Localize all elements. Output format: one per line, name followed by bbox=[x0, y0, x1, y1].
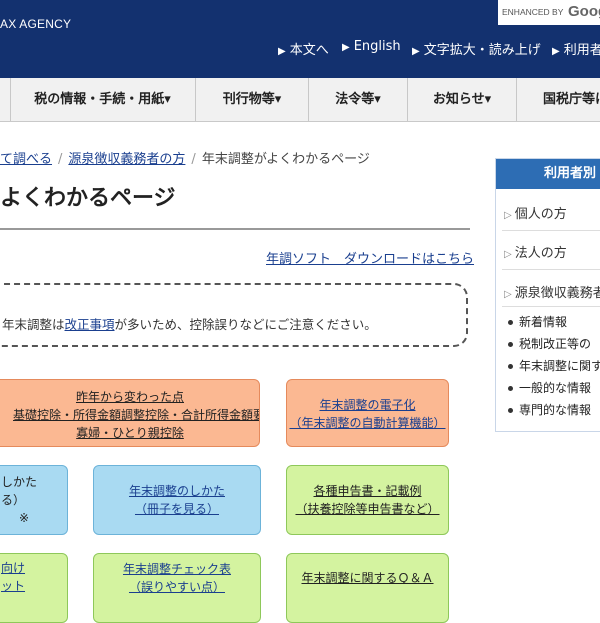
sidebar-heading: 利用者別 bbox=[496, 159, 600, 189]
triangle-right-icon: ▶ bbox=[552, 46, 560, 57]
sidebar-item-individual[interactable]: ▷ 個人の方 bbox=[496, 203, 600, 222]
breadcrumb: て調べる / 源泉徴収義務者の方 / 年末調整がよくわかるページ bbox=[0, 148, 370, 167]
sidebar-divider bbox=[502, 306, 600, 307]
nav-item-notices[interactable]: お知らせ▾ bbox=[408, 78, 516, 121]
sidebar-bullet-news[interactable]: 新着情報 bbox=[508, 313, 567, 330]
sidebar-bullet-tax-reform[interactable]: 税制改正等の bbox=[508, 335, 591, 352]
card-how-to-left[interactable]: しかた る） ※ bbox=[0, 465, 68, 535]
nav-item-agency[interactable]: 国税庁等に bbox=[517, 78, 600, 121]
triangle-right-icon: ▶ bbox=[412, 46, 420, 57]
bullet-dot bbox=[508, 342, 513, 347]
notice-text: 年末調整は改正事項が多いため、控除誤りなどにご注意ください。 bbox=[2, 317, 377, 332]
card-electronic-title[interactable]: 年末調整の電子化 bbox=[287, 396, 448, 414]
bullet-dot bbox=[508, 364, 513, 369]
card-electronic-subtitle[interactable]: （年末調整の自動計算機能） bbox=[287, 414, 448, 432]
card-how-to-title[interactable]: 年末調整のしかた bbox=[94, 482, 260, 500]
nav-item-laws[interactable]: 法令等▾ bbox=[309, 78, 407, 121]
card-forms-title[interactable]: 各種申告書・記載例 bbox=[287, 482, 448, 500]
card-for-left[interactable]: 向け ット bbox=[0, 553, 68, 623]
sidebar-bullet-general[interactable]: 一般的な情報 bbox=[508, 379, 591, 396]
page-title: よくわかるページ bbox=[0, 186, 176, 211]
chevron-right-icon: ▷ bbox=[504, 249, 512, 260]
breadcrumb-separator: / bbox=[191, 152, 196, 167]
card-forms-subtitle[interactable]: （扶養控除等申告書など） bbox=[287, 500, 448, 518]
card-checklist[interactable]: 年末調整チェック表 （誤りやすい点） bbox=[93, 553, 261, 623]
card-forms-examples[interactable]: 各種申告書・記載例 （扶養控除等申告書など） bbox=[286, 465, 449, 535]
util-link-text-size[interactable]: ▶ 文字拡大・読み上げ bbox=[412, 39, 541, 58]
site-header: AX AGENCY ENHANCED BY Google ▶本文へ ▶Engli… bbox=[0, 0, 600, 78]
util-link-user[interactable]: ▶ 利用者 bbox=[552, 39, 600, 58]
agency-name: AX AGENCY bbox=[0, 17, 72, 31]
card-changes-title[interactable]: 昨年から変わった点 bbox=[0, 388, 259, 406]
nav-item-publications[interactable]: 刊行物等▾ bbox=[196, 78, 308, 121]
title-underline bbox=[0, 228, 470, 230]
card-changes-from-last-year[interactable]: 昨年から変わった点 基礎控除・所得金額調整控除・合計所得金額要件 寡婦・ひとり親… bbox=[0, 379, 260, 447]
card-how-to-subtitle[interactable]: （冊子を見る） bbox=[94, 500, 260, 518]
card-qa[interactable]: 年末調整に関するＱ＆Ａ bbox=[286, 553, 449, 623]
chevron-right-icon: ▷ bbox=[504, 210, 512, 221]
card-changes-line2[interactable]: 基礎控除・所得金額調整控除・合計所得金額要件 bbox=[0, 406, 259, 424]
sidebar-divider bbox=[502, 269, 600, 270]
bullet-dot bbox=[508, 320, 513, 325]
triangle-right-icon: ▶ bbox=[278, 46, 286, 57]
breadcrumb-separator: / bbox=[58, 152, 63, 167]
chevron-right-icon: ▷ bbox=[504, 289, 512, 300]
breadcrumb-current: 年末調整がよくわかるページ bbox=[201, 152, 370, 167]
sidebar-item-withholding[interactable]: ▷ 源泉徴収義務者 bbox=[496, 282, 600, 301]
google-enhanced-label: ENHANCED BY bbox=[502, 7, 564, 17]
sidebar-bullet-technical[interactable]: 専門的な情報 bbox=[508, 401, 591, 418]
breadcrumb-link-research[interactable]: て調べる bbox=[0, 152, 52, 167]
triangle-right-icon: ▶ bbox=[342, 42, 350, 53]
bullet-dot bbox=[508, 408, 513, 413]
amendments-link[interactable]: 改正事項 bbox=[65, 317, 115, 332]
card-how-to-booklet[interactable]: 年末調整のしかた （冊子を見る） bbox=[93, 465, 261, 535]
sidebar-divider bbox=[502, 230, 600, 231]
nav-item-tax-info[interactable]: 税の情報・手続・用紙▾ bbox=[10, 78, 195, 121]
google-translate-badge[interactable]: ENHANCED BY Google bbox=[498, 0, 600, 25]
card-checklist-title[interactable]: 年末調整チェック表 bbox=[94, 560, 260, 578]
util-link-main[interactable]: ▶ 本文へ bbox=[278, 39, 329, 58]
software-download-link[interactable]: 年調ソフト ダウンロードはこちら bbox=[266, 248, 474, 267]
sidebar-item-corporation[interactable]: ▷ 法人の方 bbox=[496, 242, 600, 261]
card-electronic-filing[interactable]: 年末調整の電子化 （年末調整の自動計算機能） bbox=[286, 379, 449, 447]
card-qa-title[interactable]: 年末調整に関するＱ＆Ａ bbox=[287, 569, 448, 587]
util-link-english[interactable]: ▶ English bbox=[342, 39, 401, 54]
breadcrumb-link-withholding[interactable]: 源泉徴収義務者の方 bbox=[68, 152, 185, 167]
card-checklist-subtitle[interactable]: （誤りやすい点） bbox=[94, 578, 260, 596]
card-changes-line3[interactable]: 寡婦・ひとり親控除 bbox=[0, 424, 259, 442]
global-nav: 税の情報・手続・用紙▾ 刊行物等▾ 法令等▾ お知らせ▾ 国税庁等に bbox=[0, 78, 600, 122]
bullet-dot bbox=[508, 386, 513, 391]
sidebar-bullet-year-end[interactable]: 年末調整に関す bbox=[508, 357, 600, 374]
sidebar-by-user: 利用者別 ▷ 個人の方 ▷ 法人の方 ▷ 源泉徴収義務者 新着情報 税制改正等の 年末… bbox=[495, 158, 600, 432]
notice-box: 年末調整は改正事項が多いため、控除誤りなどにご注意ください。 bbox=[0, 283, 468, 347]
google-logo: Google bbox=[568, 3, 600, 20]
